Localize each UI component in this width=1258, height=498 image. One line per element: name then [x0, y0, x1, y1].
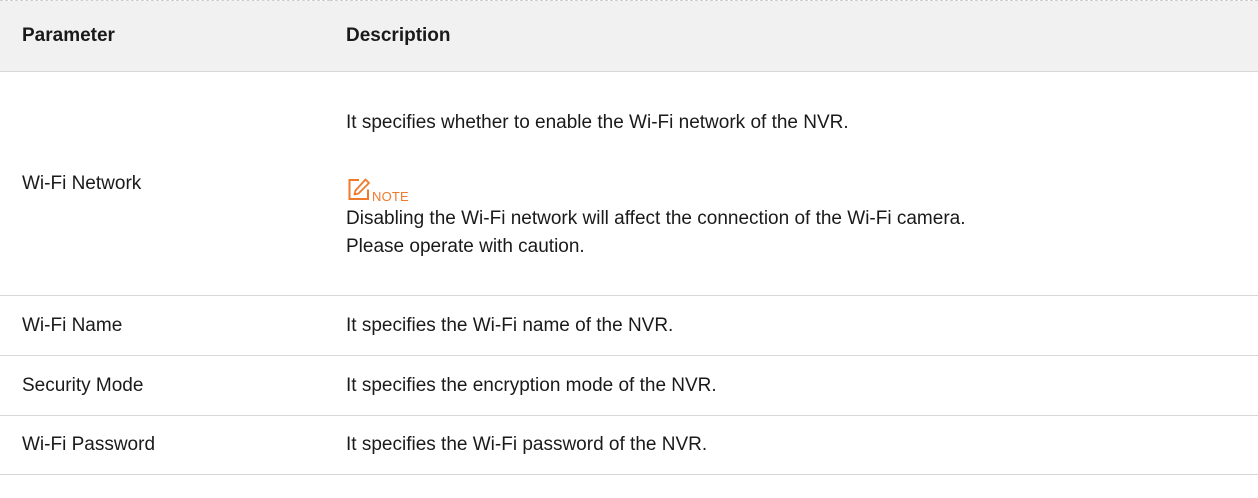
- parameter-cell: Wi-Fi Name: [0, 295, 330, 356]
- note-line: Disabling the Wi-Fi network will affect …: [346, 207, 966, 229]
- table-row: Security Mode It specifies the encryptio…: [0, 355, 1258, 416]
- table-row: Wi-Fi Network It specifies whether to en…: [0, 71, 1258, 296]
- header-parameter: Parameter: [0, 0, 330, 72]
- table-row: Wi-Fi Name It specifies the Wi-Fi name o…: [0, 295, 1258, 356]
- header-row: Parameter Description: [0, 0, 1258, 72]
- description-cell: It specifies the Wi-Fi name of the NVR.: [330, 295, 1258, 356]
- table-row: Wi-Fi Password It specifies the Wi-Fi pa…: [0, 415, 1258, 475]
- parameter-cell: Wi-Fi Password: [0, 415, 330, 475]
- parameter-table: Parameter Description Wi-Fi Network It s…: [0, 0, 1258, 475]
- note-body: Disabling the Wi-Fi network will affect …: [346, 205, 1258, 261]
- description-cell: It specifies the encryption mode of the …: [330, 355, 1258, 416]
- note-line: Please operate with caution.: [346, 235, 585, 257]
- note-label: NOTE: [372, 188, 409, 204]
- note-heading: NOTE: [346, 170, 1258, 204]
- description-cell: It specifies whether to enable the Wi-Fi…: [330, 71, 1258, 296]
- table-body: Wi-Fi Network It specifies whether to en…: [0, 71, 1258, 475]
- description-cell: It specifies the Wi-Fi password of the N…: [330, 415, 1258, 475]
- table-header: Parameter Description: [0, 0, 1258, 72]
- description-text: It specifies whether to enable the Wi-Fi…: [346, 111, 849, 133]
- header-description: Description: [330, 0, 1258, 72]
- note-pencil-icon: [346, 177, 371, 202]
- parameter-cell: Security Mode: [0, 355, 330, 416]
- parameter-cell: Wi-Fi Network: [0, 71, 330, 296]
